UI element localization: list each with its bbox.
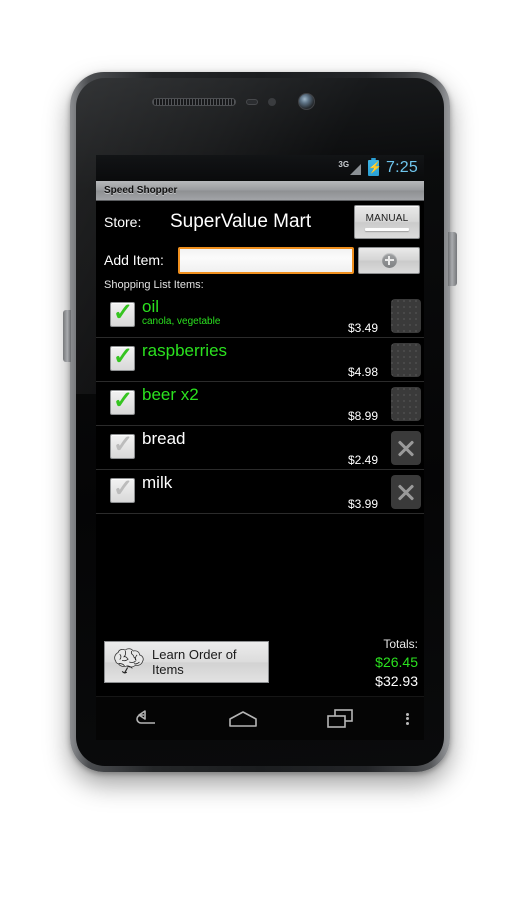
item-checkbox[interactable]: ✓ bbox=[110, 475, 135, 503]
checkmark-icon: ✓ bbox=[113, 431, 134, 458]
delete-item-button[interactable] bbox=[391, 475, 421, 509]
shopping-list-header: Shopping List Items: bbox=[96, 277, 424, 294]
item-name: beer x2 bbox=[142, 385, 199, 404]
add-item-label: Add Item: bbox=[104, 252, 164, 268]
front-camera bbox=[298, 93, 315, 110]
phone-screen: 3G ⚡ 7:25 Speed Shopper Store: SuperValu… bbox=[96, 155, 424, 740]
learn-order-button[interactable]: Learn Order of Items bbox=[104, 641, 269, 683]
add-item-row: Add Item: bbox=[96, 243, 424, 277]
item-subtitle: canola, vegetable bbox=[142, 316, 221, 327]
item-price: $3.99 bbox=[347, 497, 378, 511]
earpiece-speaker bbox=[152, 98, 236, 106]
add-item-input-container[interactable] bbox=[178, 246, 354, 274]
signal-indicator: 3G bbox=[338, 160, 362, 176]
store-name-value[interactable]: SuperValue Mart bbox=[170, 211, 354, 233]
home-icon bbox=[229, 710, 257, 727]
item-name: oil bbox=[142, 297, 160, 316]
item-price: $2.49 bbox=[347, 453, 378, 467]
nav-back-button[interactable] bbox=[96, 697, 194, 740]
item-name: raspberries bbox=[142, 341, 228, 360]
shopping-list[interactable]: ✓ oil canola, vegetable $3.49 ✓ raspberries $4… bbox=[96, 294, 424, 514]
back-icon bbox=[136, 709, 155, 724]
proximity-sensor bbox=[246, 99, 258, 105]
totals-label: Totals: bbox=[383, 637, 418, 651]
drag-handle-icon[interactable] bbox=[391, 343, 421, 377]
item-name: bread bbox=[142, 429, 186, 448]
network-type-label: 3G bbox=[338, 160, 350, 169]
app-title: Speed Shopper bbox=[104, 185, 178, 196]
list-item-row[interactable]: ✓ bread $2.49 bbox=[96, 426, 424, 470]
list-item-row[interactable]: ✓ beer x2 $8.99 bbox=[96, 382, 424, 426]
total-checked-value: $26.45 bbox=[375, 654, 418, 670]
list-item-row[interactable]: ✓ oil canola, vegetable $3.49 bbox=[96, 294, 424, 338]
battery-charging-icon: ⚡ bbox=[368, 158, 382, 176]
volume-button[interactable] bbox=[63, 310, 71, 362]
list-item-row[interactable]: ✓ milk $3.99 bbox=[96, 470, 424, 514]
store-row: Store: SuperValue Mart MANUAL bbox=[96, 201, 424, 243]
manual-button-label: MANUAL bbox=[365, 213, 409, 224]
item-checkbox[interactable]: ✓ bbox=[110, 299, 135, 327]
recents-icon bbox=[327, 708, 353, 728]
android-nav-bar bbox=[96, 696, 424, 740]
item-checkbox[interactable]: ✓ bbox=[110, 343, 135, 371]
nav-overflow-menu-button[interactable] bbox=[390, 697, 424, 740]
item-name: milk bbox=[142, 473, 173, 492]
item-price: $3.49 bbox=[347, 321, 378, 335]
totals-block: Totals: $26.45 $32.93 bbox=[375, 636, 418, 691]
list-item-row[interactable]: ✓ raspberries $4.98 bbox=[96, 338, 424, 382]
manual-mode-button[interactable]: MANUAL bbox=[354, 205, 420, 239]
checkmark-icon: ✓ bbox=[113, 475, 134, 502]
bottom-action-bar: Learn Order of Items Totals: $26.45 $32.… bbox=[96, 634, 424, 696]
item-price: $8.99 bbox=[347, 409, 378, 423]
app-title-bar: Speed Shopper bbox=[96, 181, 424, 201]
light-sensor bbox=[268, 98, 276, 106]
nav-recents-button[interactable] bbox=[292, 697, 390, 740]
item-checkbox[interactable]: ✓ bbox=[110, 387, 135, 415]
signal-strength-icon bbox=[350, 164, 362, 175]
status-bar-clock: 7:25 bbox=[386, 159, 418, 176]
drag-handle-icon[interactable] bbox=[391, 387, 421, 421]
checkmark-icon: ✓ bbox=[113, 343, 134, 370]
drag-handle-icon[interactable] bbox=[391, 299, 421, 333]
plus-circle-icon bbox=[381, 252, 397, 268]
overflow-dot bbox=[405, 717, 409, 720]
add-item-button[interactable] bbox=[358, 246, 420, 274]
spinner-underline bbox=[365, 228, 409, 231]
battery-bolt-glyph: ⚡ bbox=[368, 162, 382, 174]
item-price: $4.98 bbox=[347, 365, 378, 379]
nav-home-button[interactable] bbox=[194, 697, 292, 740]
checkmark-icon: ✓ bbox=[113, 299, 134, 326]
status-bar: 3G ⚡ 7:25 bbox=[96, 155, 424, 181]
overflow-dot bbox=[405, 712, 409, 716]
total-all-value: $32.93 bbox=[375, 673, 418, 689]
delete-item-button[interactable] bbox=[391, 431, 421, 465]
add-item-input[interactable] bbox=[185, 248, 352, 272]
learn-order-label: Learn Order of Items bbox=[152, 647, 237, 677]
item-checkbox[interactable]: ✓ bbox=[110, 431, 135, 459]
store-label: Store: bbox=[104, 214, 142, 230]
checkmark-icon: ✓ bbox=[113, 387, 134, 414]
overflow-dot bbox=[405, 721, 409, 725]
power-button[interactable] bbox=[448, 232, 457, 286]
brain-icon bbox=[114, 648, 144, 674]
